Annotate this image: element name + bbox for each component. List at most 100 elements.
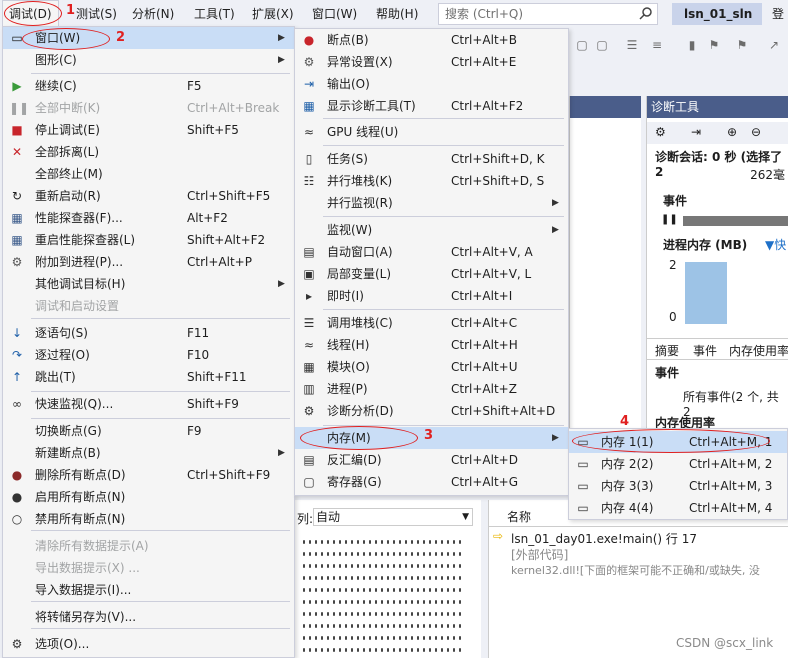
- menu-item[interactable]: ⚙ 诊断分析(D) Ctrl+Shift+Alt+D: [295, 400, 568, 422]
- menu-item[interactable]: ↻ 重新启动(R) Ctrl+Shift+F5: [3, 185, 294, 207]
- toolbar-icon[interactable]: ⚑: [707, 38, 721, 52]
- menu-item[interactable]: ⇥ 输出(O): [295, 73, 568, 95]
- menu-help[interactable]: 帮助(H): [370, 0, 424, 28]
- step-over-icon: ↷: [11, 348, 23, 362]
- menu-extensions[interactable]: 扩展(X): [246, 0, 300, 28]
- menu-item[interactable]: 新建断点(B) ▶: [3, 442, 294, 464]
- gpu-icon: ≈: [303, 125, 315, 139]
- menu-item[interactable]: ∞ 快速监视(Q)... Shift+F9: [3, 393, 294, 415]
- menu-item[interactable]: ▢ 寄存器(G) Ctrl+Alt+G: [295, 471, 568, 493]
- menu-item[interactable]: ▸ 即时(I) Ctrl+Alt+I: [295, 285, 568, 307]
- menu-item[interactable]: ❚❚ 全部中断(K) Ctrl+Alt+Break: [3, 97, 294, 119]
- toolbar-icon[interactable]: ↗: [767, 38, 781, 52]
- annotation-oval-2: [22, 28, 110, 50]
- menu-item[interactable]: ⚙ 选项(O)...: [3, 633, 294, 655]
- menu-item[interactable]: 清除所有数据提示(A): [3, 535, 294, 557]
- menu-item[interactable]: ▦ 重启性能探查器(L) Shift+Alt+F2: [3, 229, 294, 251]
- menu-item[interactable]: ● 启用所有断点(N): [3, 486, 294, 508]
- menu-item[interactable]: ≈ 线程(H) Ctrl+Alt+H: [295, 334, 568, 356]
- menu-item[interactable]: ▣ 局部变量(L) Ctrl+Alt+V, L: [295, 263, 568, 285]
- menu-analyze[interactable]: 分析(N): [126, 0, 180, 28]
- export-icon[interactable]: ⇥: [691, 125, 701, 139]
- menu-item[interactable]: 切换断点(G) F9: [3, 420, 294, 442]
- menu-item[interactable]: 图形(C) ▶: [3, 49, 294, 71]
- menu-item[interactable]: ▭ 内存 4(4) Ctrl+Alt+M, 4: [569, 497, 787, 519]
- menu-item[interactable]: 导入数据提示(I)...: [3, 579, 294, 601]
- menu-item-shortcut: Shift+Alt+F2: [187, 233, 266, 247]
- login-link[interactable]: 登: [772, 0, 784, 28]
- menu-item[interactable]: ↓ 逐语句(S) F11: [3, 322, 294, 344]
- menu-item[interactable]: ☰ 调用堆栈(C) Ctrl+Alt+C: [295, 312, 568, 334]
- toolbar-icon[interactable]: ▢: [575, 38, 589, 52]
- callstack-panel: 名称 ⇨ lsn_01_day01.exe!main() 行 17 [外部代码]…: [488, 500, 788, 658]
- menu-item-label: 重新启动(R): [35, 189, 101, 203]
- menu-item-label: 内存 4(4): [601, 501, 654, 515]
- menu-item[interactable]: ▥ 进程(P) Ctrl+Alt+Z: [295, 378, 568, 400]
- menu-item[interactable]: 将转储另存为(V)...: [3, 606, 294, 628]
- menu-item[interactable]: 监视(W) ▶: [295, 219, 568, 241]
- menu-test[interactable]: 测试(S): [70, 0, 123, 28]
- menu-item[interactable]: ▶ 继续(C) F5: [3, 75, 294, 97]
- menu-item[interactable]: ⚙ 异常设置(X) Ctrl+Alt+E: [295, 51, 568, 73]
- menu-item[interactable]: ▯ 任务(S) Ctrl+Shift+D, K: [295, 148, 568, 170]
- toolbar-icon[interactable]: ≡: [650, 38, 664, 52]
- menu-item[interactable]: ☷ 并行堆栈(K) Ctrl+Shift+D, S: [295, 170, 568, 192]
- menu-separator: [31, 418, 290, 419]
- menu-item[interactable]: ○ 禁用所有断点(N): [3, 508, 294, 530]
- menu-item[interactable]: 并行监视(R) ▶: [295, 192, 568, 214]
- gear-icon[interactable]: ⚙: [655, 125, 666, 139]
- menu-tools[interactable]: 工具(T): [188, 0, 241, 28]
- menu-item[interactable]: ▤ 自动窗口(A) Ctrl+Alt+V, A: [295, 241, 568, 263]
- memory-graph-bar: [685, 262, 727, 324]
- menu-item[interactable]: ▦ 性能探查器(F)... Alt+F2: [3, 207, 294, 229]
- menu-item-label: 即时(I): [327, 289, 364, 303]
- menu-item[interactable]: ▦ 模块(O) Ctrl+Alt+U: [295, 356, 568, 378]
- name-column-header: 名称: [507, 510, 532, 524]
- menu-item[interactable]: ↷ 逐过程(O) F10: [3, 344, 294, 366]
- menu-item[interactable]: ● 断点(B) Ctrl+Alt+B: [295, 29, 568, 51]
- zoom-out-icon[interactable]: ⊖: [751, 125, 761, 139]
- menu-item-shortcut: Ctrl+Alt+Z: [451, 382, 517, 396]
- menu-item[interactable]: 导出数据提示(X) ...: [3, 557, 294, 579]
- toolbar-icon[interactable]: ⚑: [735, 38, 749, 52]
- y-axis-bottom: 0: [669, 310, 677, 324]
- menu-item-label: 寄存器(G): [327, 475, 382, 489]
- menu-item[interactable]: ⚙ 附加到进程(P)... Ctrl+Alt+P: [3, 251, 294, 273]
- columns-select[interactable]: 自动 ▼: [313, 508, 473, 526]
- tab-summary[interactable]: 摘要: [655, 342, 679, 359]
- menu-item[interactable]: ▭ 内存 2(2) Ctrl+Alt+M, 2: [569, 453, 787, 475]
- menu-item-shortcut: Ctrl+Alt+V, L: [451, 267, 532, 281]
- tab-memory-usage[interactable]: 内存使用率: [729, 342, 788, 359]
- menu-item-shortcut: Ctrl+Shift+Alt+D: [451, 404, 556, 418]
- menu-window[interactable]: 窗口(W): [306, 0, 363, 28]
- menu-item-label: 禁用所有断点(N): [35, 512, 126, 526]
- menu-item[interactable]: ✕ 全部拆离(L): [3, 141, 294, 163]
- menu-item-label: 将转储另存为(V)...: [35, 610, 137, 624]
- menu-item[interactable]: ■ 停止调试(E) Shift+F5: [3, 119, 294, 141]
- zoom-in-icon[interactable]: ⊕: [727, 125, 737, 139]
- bookmark-icon[interactable]: ▮: [685, 38, 699, 52]
- stack-row[interactable]: kernel32.dll![下面的框架可能不正确和/或缺失, 没: [511, 562, 760, 578]
- exception-icon: ⚙: [303, 55, 315, 69]
- toolbar-icon[interactable]: ▢: [595, 38, 609, 52]
- menu-item[interactable]: ● 删除所有断点(D) Ctrl+Shift+F9: [3, 464, 294, 486]
- menu-separator: [323, 145, 564, 146]
- menu-item[interactable]: ▤ 反汇编(D) Ctrl+Alt+D: [295, 449, 568, 471]
- toolbar-icon[interactable]: ☰: [625, 38, 639, 52]
- menu-item[interactable]: 调试和启动设置: [3, 295, 294, 317]
- menu-item-label: 异常设置(X): [327, 55, 393, 69]
- menu-item-label: 反汇编(D): [327, 453, 382, 467]
- watch-panel: 列: 自动 ▼: [295, 500, 481, 658]
- menu-item[interactable]: 其他调试目标(H) ▶: [3, 273, 294, 295]
- pause-icon[interactable]: ❚❚: [661, 214, 678, 225]
- menu-item[interactable]: ▦ 显示诊断工具(T) Ctrl+Alt+F2: [295, 95, 568, 117]
- tab-events[interactable]: 事件: [693, 342, 717, 359]
- menu-item[interactable]: ↑ 跳出(T) Shift+F11: [3, 366, 294, 388]
- menu-item[interactable]: ▭ 内存 3(3) Ctrl+Alt+M, 3: [569, 475, 787, 497]
- stack-row[interactable]: [外部代码]: [511, 546, 568, 563]
- menu-item-label: 进程(P): [327, 382, 368, 396]
- menu-item[interactable]: ≈ GPU 线程(U): [295, 121, 568, 143]
- stack-row[interactable]: lsn_01_day01.exe!main() 行 17: [511, 530, 697, 547]
- search-input[interactable]: 搜索 (Ctrl+Q): [438, 3, 658, 25]
- menu-item[interactable]: 全部终止(M): [3, 163, 294, 185]
